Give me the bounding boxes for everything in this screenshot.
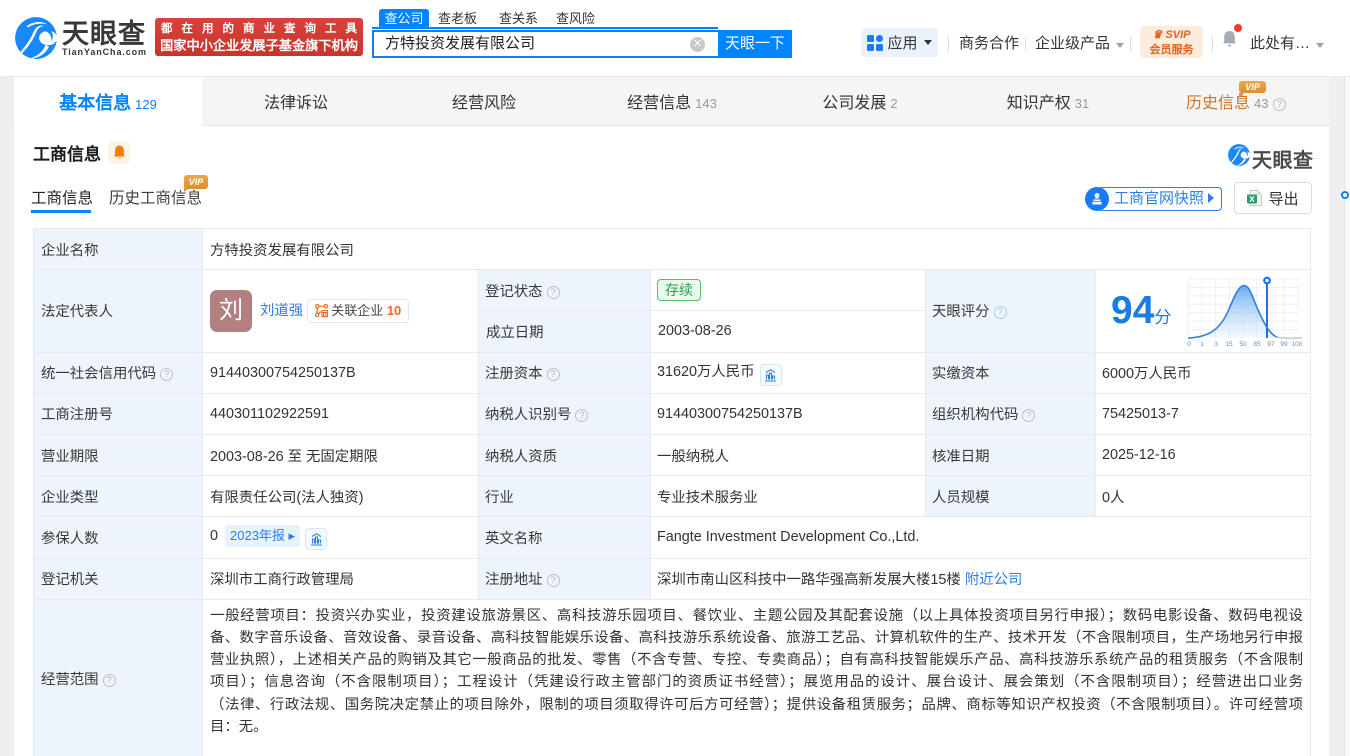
svg-text:99: 99 xyxy=(1280,341,1288,347)
svg-text:100: 100 xyxy=(1292,341,1303,347)
svg-text:97: 97 xyxy=(1267,341,1275,347)
svg-text:0: 0 xyxy=(1187,341,1191,347)
svg-text:85: 85 xyxy=(1253,341,1261,347)
svg-text:3: 3 xyxy=(1214,341,1218,347)
svg-text:50: 50 xyxy=(1239,341,1247,347)
svg-text:15: 15 xyxy=(1225,341,1233,347)
svg-text:1: 1 xyxy=(1200,341,1204,347)
